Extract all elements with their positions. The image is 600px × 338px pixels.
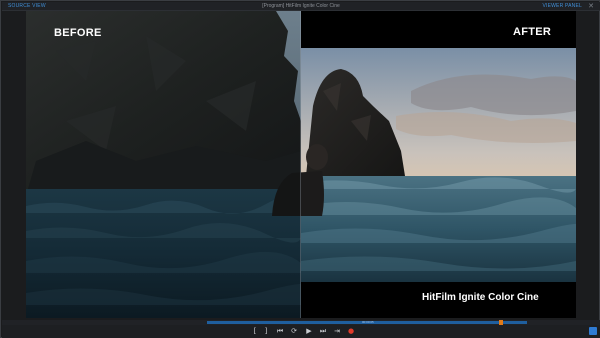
before-image bbox=[26, 11, 301, 318]
window-title: [Program] HitFilm Ignite Color Cine bbox=[262, 3, 340, 9]
record-button[interactable]: ● bbox=[346, 327, 356, 336]
split-divider[interactable] bbox=[300, 11, 301, 318]
play-button[interactable]: ▶ bbox=[304, 327, 314, 336]
in-point-button[interactable]: [ bbox=[250, 327, 260, 336]
loop-button[interactable]: ⟳ bbox=[289, 327, 299, 336]
after-scene bbox=[301, 11, 576, 318]
transport-controls: [ ] ⏮ ⟳ ▶ ⏭ ⇥ ● bbox=[2, 325, 600, 338]
before-scene bbox=[26, 11, 301, 318]
to-end-button[interactable]: ⇥ bbox=[332, 327, 342, 336]
app-window: SOURCE VIEW [Program] HitFilm Ignite Col… bbox=[0, 0, 600, 338]
before-label: BEFORE bbox=[54, 27, 102, 39]
close-icon[interactable]: ✕ bbox=[586, 3, 596, 10]
panel-menu-icon[interactable] bbox=[589, 327, 597, 335]
out-point-button[interactable]: ] bbox=[261, 327, 271, 336]
prev-frame-button[interactable]: ⏮ bbox=[275, 327, 285, 336]
after-image bbox=[301, 11, 576, 318]
viewer-panel-tab[interactable]: VIEWER PANEL bbox=[542, 3, 582, 10]
title-bar: SOURCE VIEW [Program] HitFilm Ignite Col… bbox=[2, 2, 600, 11]
after-label: AFTER bbox=[513, 26, 552, 38]
caption-text: HitFilm Ignite Color Cine bbox=[422, 292, 539, 303]
next-frame-button[interactable]: ⏭ bbox=[318, 327, 328, 336]
video-viewer[interactable]: BEFORE AFTER HitFilm Ignite Color Cine bbox=[26, 11, 576, 318]
